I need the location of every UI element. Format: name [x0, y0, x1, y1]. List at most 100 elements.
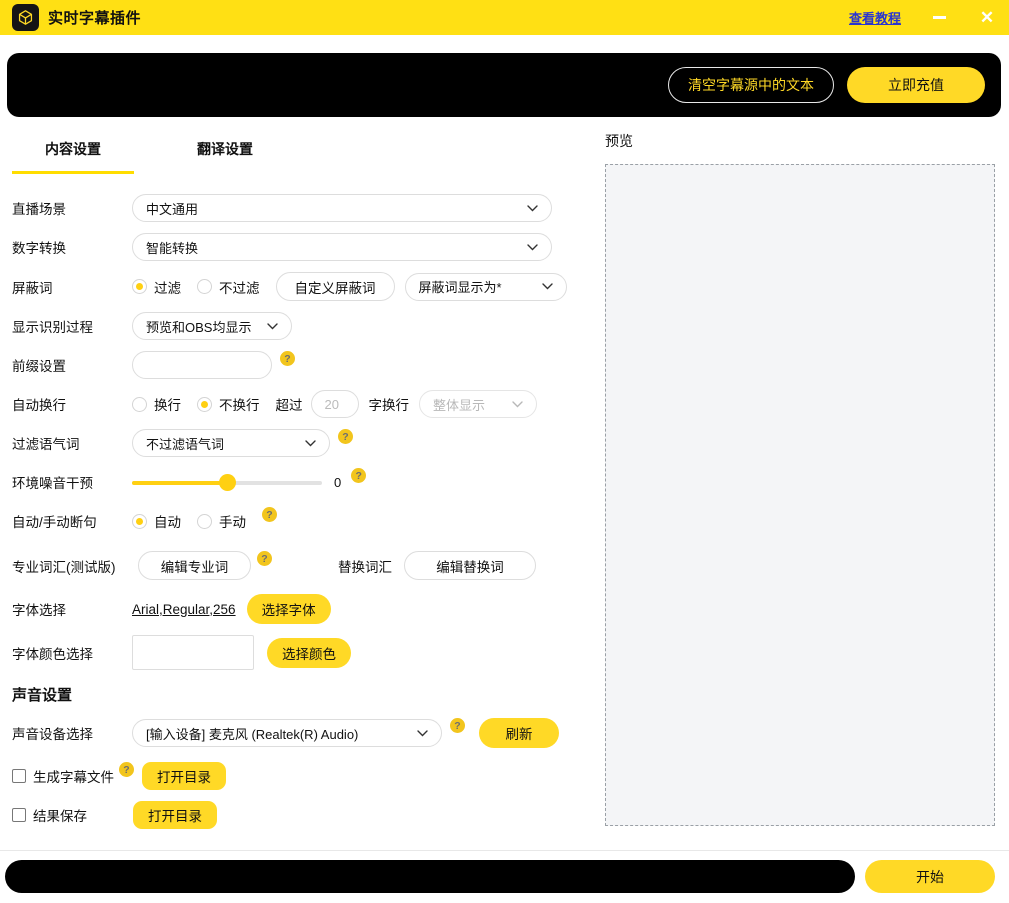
tab-content-settings[interactable]: 内容设置: [12, 131, 134, 174]
subtitle-file-label: 生成字幕文件: [33, 766, 114, 786]
cube-logo-icon: [16, 8, 35, 27]
close-button[interactable]: ✕: [977, 8, 997, 28]
row-noise: 环境噪音干预 0 ?: [12, 468, 572, 496]
row-subtitle-file: 生成字幕文件 ? 打开目录: [12, 762, 572, 790]
tutorial-link[interactable]: 查看教程: [849, 8, 901, 27]
chevron-down-icon: [267, 323, 278, 330]
top-banner: 清空字幕源中的文本 立即充值: [7, 53, 1001, 117]
settings-panel: 内容设置 翻译设置 直播场景 中文通用 数字转换 智能转换: [12, 131, 572, 850]
radio-auto-break[interactable]: 自动: [132, 511, 181, 531]
row-filler-words: 过滤语气词 不过滤语气词 ?: [12, 429, 572, 457]
sentence-break-label: 自动/手动断句: [12, 511, 132, 531]
title-bar: 实时字幕插件 查看教程 ✕: [0, 0, 1009, 35]
subtitle-file-checkbox[interactable]: [12, 769, 26, 783]
filler-words-help-icon[interactable]: ?: [338, 429, 353, 444]
prefix-label: 前缀设置: [12, 355, 132, 375]
exceed-count-input[interactable]: [311, 390, 359, 418]
radio-filter[interactable]: 过滤: [132, 277, 181, 297]
clear-subtitle-text-button[interactable]: 清空字幕源中的文本: [668, 67, 834, 103]
sound-settings-heading: 声音设置: [12, 684, 572, 705]
radio-selected-icon: [197, 397, 212, 412]
subtitle-output-bar: [5, 860, 855, 893]
sound-device-select[interactable]: [输入设备] 麦克风 (Realtek(R) Audio): [132, 719, 442, 747]
number-convert-select[interactable]: 智能转换: [132, 233, 552, 261]
row-font-select: 字体选择 Arial,Regular,256 选择字体: [12, 594, 572, 624]
tab-translate-settings[interactable]: 翻译设置: [164, 131, 286, 174]
chevron-down-icon: [305, 440, 316, 447]
start-button[interactable]: 开始: [865, 860, 995, 893]
auto-wrap-label: 自动换行: [12, 394, 132, 414]
row-sentence-break: 自动/手动断句 自动 手动 ?: [12, 507, 572, 535]
pro-vocab-help-icon[interactable]: ?: [257, 551, 272, 566]
choose-color-button[interactable]: 选择颜色: [267, 638, 351, 668]
replace-vocab-label: 替换词汇: [338, 556, 392, 576]
row-auto-wrap: 自动换行 换行 不换行 超过 字换行 整体显示: [12, 390, 572, 418]
slider-fill: [132, 481, 227, 485]
blocked-words-label: 屏蔽词: [12, 277, 132, 297]
radio-unselected-icon: [197, 514, 212, 529]
wrap-suffix-label: 字换行: [369, 394, 410, 414]
radio-selected-icon: [132, 514, 147, 529]
noise-label: 环境噪音干预: [12, 472, 132, 492]
row-vocab: 专业词汇(测试版) 编辑专业词 ? 替换词汇 编辑替换词: [12, 551, 572, 580]
settings-tabs: 内容设置 翻译设置: [12, 131, 572, 174]
noise-slider[interactable]: [132, 474, 322, 490]
row-font-color: 字体颜色选择 选择颜色: [12, 635, 572, 670]
row-show-process: 显示识别过程 预览和OBS均显示: [12, 312, 572, 340]
subtitle-file-help-icon[interactable]: ?: [119, 762, 134, 777]
edit-replace-vocab-button[interactable]: 编辑替换词: [404, 551, 536, 580]
radio-manual-break[interactable]: 手动: [197, 511, 246, 531]
live-scene-select[interactable]: 中文通用: [132, 194, 552, 222]
preview-panel: 预览: [572, 131, 995, 850]
refresh-device-button[interactable]: 刷新: [479, 718, 559, 748]
chevron-down-icon: [417, 730, 428, 737]
radio-no-filter[interactable]: 不过滤: [197, 277, 260, 297]
radio-wrap[interactable]: 换行: [132, 394, 181, 414]
preview-area: [605, 164, 995, 826]
preview-label: 预览: [605, 131, 995, 151]
result-save-checkbox[interactable]: [12, 808, 26, 822]
result-save-label: 结果保存: [33, 805, 133, 825]
app-logo: [12, 4, 39, 31]
sound-device-help-icon[interactable]: ?: [450, 718, 465, 733]
choose-font-button[interactable]: 选择字体: [247, 594, 331, 624]
exceed-label: 超过: [276, 394, 303, 414]
pro-vocab-label: 专业词汇(测试版): [12, 556, 138, 576]
prefix-input[interactable]: [132, 351, 272, 379]
row-blocked-words: 屏蔽词 过滤 不过滤 自定义屏蔽词 屏蔽词显示为*: [12, 272, 572, 301]
noise-help-icon[interactable]: ?: [351, 468, 366, 483]
radio-unselected-icon: [197, 279, 212, 294]
minimize-icon: [933, 16, 946, 19]
show-process-select[interactable]: 预览和OBS均显示: [132, 312, 292, 340]
prefix-help-icon[interactable]: ?: [280, 351, 295, 366]
minimize-button[interactable]: [929, 8, 949, 28]
row-sound-device: 声音设备选择 [输入设备] 麦克风 (Realtek(R) Audio) ? 刷…: [12, 718, 572, 748]
filler-words-select[interactable]: 不过滤语气词: [132, 429, 330, 457]
custom-blocked-words-button[interactable]: 自定义屏蔽词: [276, 272, 395, 301]
radio-selected-icon: [132, 279, 147, 294]
blocked-words-display-select[interactable]: 屏蔽词显示为*: [405, 273, 567, 301]
edit-pro-vocab-button[interactable]: 编辑专业词: [138, 551, 251, 580]
row-result-save: 结果保存 打开目录: [12, 801, 572, 829]
recharge-button[interactable]: 立即充值: [847, 67, 985, 103]
sound-device-label: 声音设备选择: [12, 723, 132, 743]
filler-words-label: 过滤语气词: [12, 433, 132, 453]
wrap-display-mode-select[interactable]: 整体显示: [419, 390, 537, 418]
live-scene-label: 直播场景: [12, 198, 132, 218]
chevron-down-icon: [527, 244, 538, 251]
main-content: 内容设置 翻译设置 直播场景 中文通用 数字转换 智能转换: [0, 117, 1009, 850]
close-icon: ✕: [980, 9, 994, 26]
font-select-label: 字体选择: [12, 599, 132, 619]
open-result-dir-button[interactable]: 打开目录: [133, 801, 217, 829]
current-font-link[interactable]: Arial,Regular,256: [132, 602, 236, 617]
row-number-convert: 数字转换 智能转换: [12, 233, 572, 261]
chevron-down-icon: [527, 205, 538, 212]
app-window: 实时字幕插件 查看教程 ✕ 清空字幕源中的文本 立即充值 内容设置 翻译设置 直…: [0, 0, 1009, 903]
font-color-input[interactable]: [132, 635, 254, 670]
noise-value: 0: [334, 475, 341, 490]
font-color-label: 字体颜色选择: [12, 643, 132, 663]
open-subtitle-dir-button[interactable]: 打开目录: [142, 762, 226, 790]
radio-no-wrap[interactable]: 不换行: [197, 394, 260, 414]
sentence-break-help-icon[interactable]: ?: [262, 507, 277, 522]
slider-thumb[interactable]: [219, 474, 236, 491]
